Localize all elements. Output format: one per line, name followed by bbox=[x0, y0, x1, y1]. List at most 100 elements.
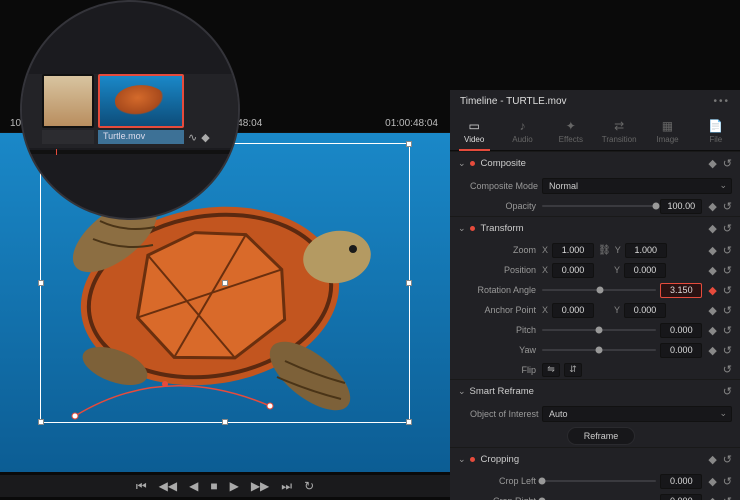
clip-label-strip bbox=[42, 130, 94, 144]
pitch-field[interactable]: 0.000 bbox=[660, 323, 702, 338]
handle-center[interactable] bbox=[222, 280, 228, 286]
reset-icon[interactable]: ↺ bbox=[723, 284, 732, 297]
file-icon: 📄 bbox=[692, 119, 740, 133]
keyframe-icon[interactable]: ◆ bbox=[708, 324, 716, 337]
reset-icon[interactable]: ↺ bbox=[723, 304, 732, 317]
tab-audio[interactable]: ♪Audio bbox=[498, 113, 546, 150]
rotation-slider[interactable] bbox=[542, 289, 656, 291]
pitch-slider[interactable] bbox=[542, 329, 656, 331]
tab-file[interactable]: 📄File bbox=[692, 113, 740, 150]
crop-left-field[interactable]: 0.000 bbox=[660, 474, 702, 489]
chevron-down-icon[interactable]: ⌄ bbox=[458, 386, 466, 397]
tab-video[interactable]: ▭Video bbox=[450, 113, 498, 150]
keyframe-badge-icon[interactable]: ◆ bbox=[201, 131, 209, 144]
object-of-interest-select[interactable]: Auto bbox=[542, 406, 732, 422]
crop-left-slider[interactable] bbox=[542, 480, 656, 482]
section-composite: ⌄ Composite ◆ ↺ Composite Mode Normal Op… bbox=[450, 151, 740, 216]
reset-icon[interactable]: ↺ bbox=[723, 363, 732, 376]
active-dot-icon bbox=[470, 457, 475, 462]
play-reverse-button[interactable]: ◀ bbox=[189, 479, 198, 493]
media-thumbnail-selected[interactable] bbox=[98, 74, 184, 128]
reset-icon[interactable]: ↺ bbox=[723, 157, 732, 170]
link-icon[interactable]: ⛓ bbox=[598, 245, 611, 256]
yaw-slider[interactable] bbox=[542, 349, 656, 351]
reset-icon[interactable]: ↺ bbox=[723, 200, 732, 213]
play-button[interactable]: ▶ bbox=[230, 479, 239, 493]
crop-left-label: Crop Left bbox=[470, 476, 542, 486]
keyframe-icon[interactable]: ◆ bbox=[708, 284, 716, 297]
reset-icon[interactable]: ↺ bbox=[723, 344, 732, 357]
reset-icon[interactable]: ↺ bbox=[723, 385, 732, 398]
position-x-field[interactable]: 0.000 bbox=[552, 263, 594, 278]
curve-badge-icon[interactable]: ∿ bbox=[188, 131, 197, 144]
handle-tr[interactable] bbox=[406, 141, 412, 147]
audio-icon: ♪ bbox=[498, 119, 546, 133]
composite-mode-select[interactable]: Normal bbox=[542, 178, 732, 194]
keyframe-all-icon[interactable]: ◆ bbox=[708, 157, 716, 170]
handle-mr[interactable] bbox=[406, 280, 412, 286]
rotation-label: Rotation Angle bbox=[470, 285, 542, 295]
handle-br[interactable] bbox=[406, 419, 412, 425]
chevron-down-icon[interactable]: ⌄ bbox=[458, 454, 466, 465]
keyframe-icon[interactable]: ◆ bbox=[708, 304, 716, 317]
object-of-interest-label: Object of Interest bbox=[470, 409, 542, 419]
section-transform: ⌄ Transform ◆ ↺ Zoom X1.000 ⛓ Y1.000 ◆↺ … bbox=[450, 216, 740, 379]
rotation-field[interactable]: 3.150 bbox=[660, 283, 702, 298]
chevron-down-icon[interactable]: ⌄ bbox=[458, 223, 466, 234]
reset-icon[interactable]: ↺ bbox=[723, 264, 732, 277]
opacity-field[interactable]: 100.00 bbox=[660, 199, 702, 214]
inspector-options-icon[interactable]: ••• bbox=[713, 96, 730, 107]
flip-h-button[interactable]: ⇋ bbox=[542, 363, 560, 377]
yaw-field[interactable]: 0.000 bbox=[660, 343, 702, 358]
handle-bl[interactable] bbox=[38, 419, 44, 425]
clip-name-label[interactable]: Turtle.mov bbox=[98, 130, 184, 144]
loop-button[interactable]: ↻ bbox=[304, 479, 314, 493]
media-thumbnail[interactable] bbox=[42, 74, 94, 128]
keyframe-icon[interactable]: ◆ bbox=[708, 264, 716, 277]
keyframe-icon[interactable]: ◆ bbox=[708, 344, 716, 357]
reset-icon[interactable]: ↺ bbox=[723, 222, 732, 235]
anchor-x-field[interactable]: 0.000 bbox=[552, 303, 594, 318]
go-end-button[interactable]: ⏭ bbox=[281, 479, 292, 494]
reset-icon[interactable]: ↺ bbox=[723, 324, 732, 337]
zoom-x-field[interactable]: 1.000 bbox=[552, 243, 594, 258]
composite-mode-label: Composite Mode bbox=[470, 181, 542, 191]
flip-v-button[interactable]: ⇵ bbox=[564, 363, 582, 377]
opacity-slider[interactable] bbox=[542, 205, 656, 207]
yaw-label: Yaw bbox=[470, 345, 542, 355]
scrub-strip[interactable] bbox=[22, 150, 238, 154]
handle-ml[interactable] bbox=[38, 280, 44, 286]
keyframe-icon[interactable]: ◆ bbox=[708, 200, 716, 213]
section-smart-reframe: ⌄ Smart Reframe ↺ Object of Interest Aut… bbox=[450, 379, 740, 447]
keyframe-all-icon[interactable]: ◆ bbox=[708, 222, 716, 235]
step-back-button[interactable]: ◀◀ bbox=[159, 479, 177, 493]
go-start-button[interactable]: ⏮ bbox=[136, 479, 147, 494]
position-y-field[interactable]: 0.000 bbox=[624, 263, 666, 278]
active-dot-icon bbox=[470, 226, 475, 231]
keyframe-icon[interactable]: ◆ bbox=[708, 495, 716, 500]
tab-effects[interactable]: ✦Effects bbox=[547, 113, 595, 150]
tab-transition[interactable]: ⇄Transition bbox=[595, 113, 643, 150]
timecode-timeline[interactable]: 01:00:48:04 bbox=[385, 118, 438, 129]
keyframe-all-icon[interactable]: ◆ bbox=[708, 453, 716, 466]
reset-icon[interactable]: ↺ bbox=[723, 495, 732, 500]
reset-icon[interactable]: ↺ bbox=[723, 475, 732, 488]
stop-button[interactable]: ■ bbox=[210, 479, 217, 493]
crop-right-field[interactable]: 0.000 bbox=[660, 494, 702, 500]
tab-image[interactable]: ▦Image bbox=[643, 113, 691, 150]
reset-icon[interactable]: ↺ bbox=[723, 244, 732, 257]
keyframe-icon[interactable]: ◆ bbox=[708, 475, 716, 488]
video-icon: ▭ bbox=[450, 119, 498, 133]
reframe-button[interactable]: Reframe bbox=[567, 427, 636, 445]
anchor-y-field[interactable]: 0.000 bbox=[624, 303, 666, 318]
reset-icon[interactable]: ↺ bbox=[723, 453, 732, 466]
inspector-tabs: ▭Video ♪Audio ✦Effects ⇄Transition ▦Imag… bbox=[450, 113, 740, 151]
chevron-down-icon[interactable]: ⌄ bbox=[458, 158, 466, 169]
zoom-y-field[interactable]: 1.000 bbox=[625, 243, 667, 258]
keyframe-icon[interactable]: ◆ bbox=[708, 244, 716, 257]
smart-reframe-title: Smart Reframe bbox=[470, 386, 534, 397]
step-fwd-button[interactable]: ▶▶ bbox=[251, 479, 269, 493]
flip-label: Flip bbox=[470, 365, 542, 375]
zoom-label: Zoom bbox=[470, 245, 542, 255]
handle-bm[interactable] bbox=[222, 419, 228, 425]
